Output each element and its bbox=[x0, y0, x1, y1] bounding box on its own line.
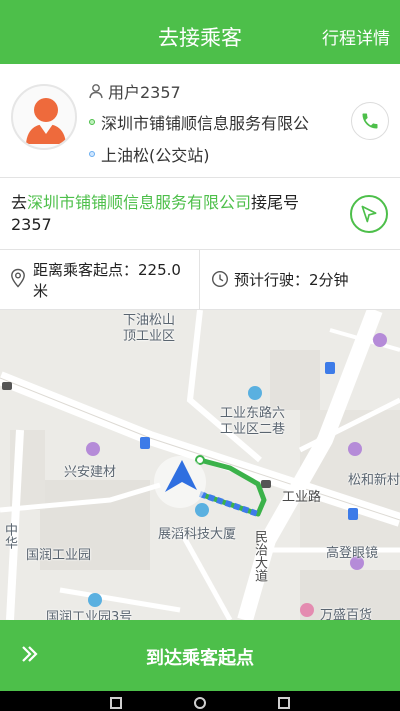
pickup-dot-icon bbox=[89, 119, 95, 125]
dropoff-row: 上油松(公交站) bbox=[89, 143, 210, 165]
arrive-pickup-button[interactable]: 到达乘客起点 bbox=[0, 620, 400, 691]
map-label: 松和新村 bbox=[348, 473, 400, 488]
pickup-row: 深圳市铺铺顺信息服务有限公 bbox=[89, 111, 309, 133]
eta-info: 预计行驶：2分钟 bbox=[200, 250, 400, 310]
distance-text: 距离乘客起点：225.0米 bbox=[33, 261, 181, 300]
destination-text: 去深圳市铺铺顺信息服务有限公司接尾号2357 bbox=[11, 192, 329, 236]
user-row: 用户2357 bbox=[88, 80, 181, 102]
map-label: 兴安建材 bbox=[64, 465, 117, 480]
map-label: 国润工业园 bbox=[26, 548, 92, 563]
phone-icon bbox=[362, 113, 378, 129]
map-label: 中华 bbox=[2, 523, 17, 549]
avatar bbox=[11, 84, 77, 150]
distance-info: 距离乘客起点：225.0米 bbox=[0, 250, 200, 310]
call-button[interactable] bbox=[351, 102, 389, 140]
map-label: 国润工业园3号 bbox=[46, 610, 133, 620]
dropoff-dot-icon bbox=[89, 151, 95, 157]
trip-info-row: 距离乘客起点：225.0米 预计行驶：2分钟 bbox=[0, 250, 400, 310]
arrive-pickup-label: 到达乘客起点 bbox=[146, 648, 254, 669]
map-view[interactable]: 下油松山 顶工业区 工业东路六 工业区二巷 兴安建材 工业路 松和新村 展滔科技… bbox=[0, 310, 400, 620]
location-pin-icon bbox=[11, 268, 25, 288]
clock-icon bbox=[211, 270, 229, 288]
pickup-address: 深圳市铺铺顺信息服务有限公 bbox=[101, 114, 310, 133]
map-label: 工业路 bbox=[282, 490, 322, 505]
map-label: 高登眼镜 bbox=[326, 546, 379, 561]
dropoff-address: 上油松(公交站) bbox=[101, 146, 210, 165]
recents-nav-icon[interactable] bbox=[278, 697, 290, 709]
destination-prefix: 去 bbox=[11, 193, 28, 212]
destination-place: 深圳市铺铺顺信息服务有限公司 bbox=[27, 193, 252, 212]
top-bar: 去接乘客 行程详情 bbox=[0, 0, 400, 64]
system-nav-bar bbox=[0, 691, 400, 711]
person-icon bbox=[89, 84, 103, 99]
trip-details-button[interactable]: 行程详情 bbox=[322, 24, 390, 49]
user-label: 用户2357 bbox=[108, 83, 181, 102]
map-label: 工业区二巷 bbox=[220, 422, 286, 437]
map-canvas bbox=[0, 310, 400, 620]
eta-text: 预计行驶：2分钟 bbox=[234, 271, 349, 289]
navigate-button[interactable] bbox=[350, 195, 388, 233]
navigate-icon bbox=[361, 205, 377, 223]
back-nav-icon[interactable] bbox=[110, 697, 122, 709]
map-label: 展滔科技大厦 bbox=[158, 527, 237, 542]
avatar-person-icon bbox=[26, 98, 66, 144]
home-nav-icon[interactable] bbox=[194, 697, 206, 709]
destination-block: 去深圳市铺铺顺信息服务有限公司接尾号2357 bbox=[0, 178, 400, 250]
map-label: 万盛百货 bbox=[320, 608, 373, 620]
passenger-card: 用户2357 深圳市铺铺顺信息服务有限公 上油松(公交站) bbox=[0, 64, 400, 178]
map-label: 民治大道 bbox=[252, 530, 267, 582]
map-label: 顶工业区 bbox=[123, 329, 176, 344]
